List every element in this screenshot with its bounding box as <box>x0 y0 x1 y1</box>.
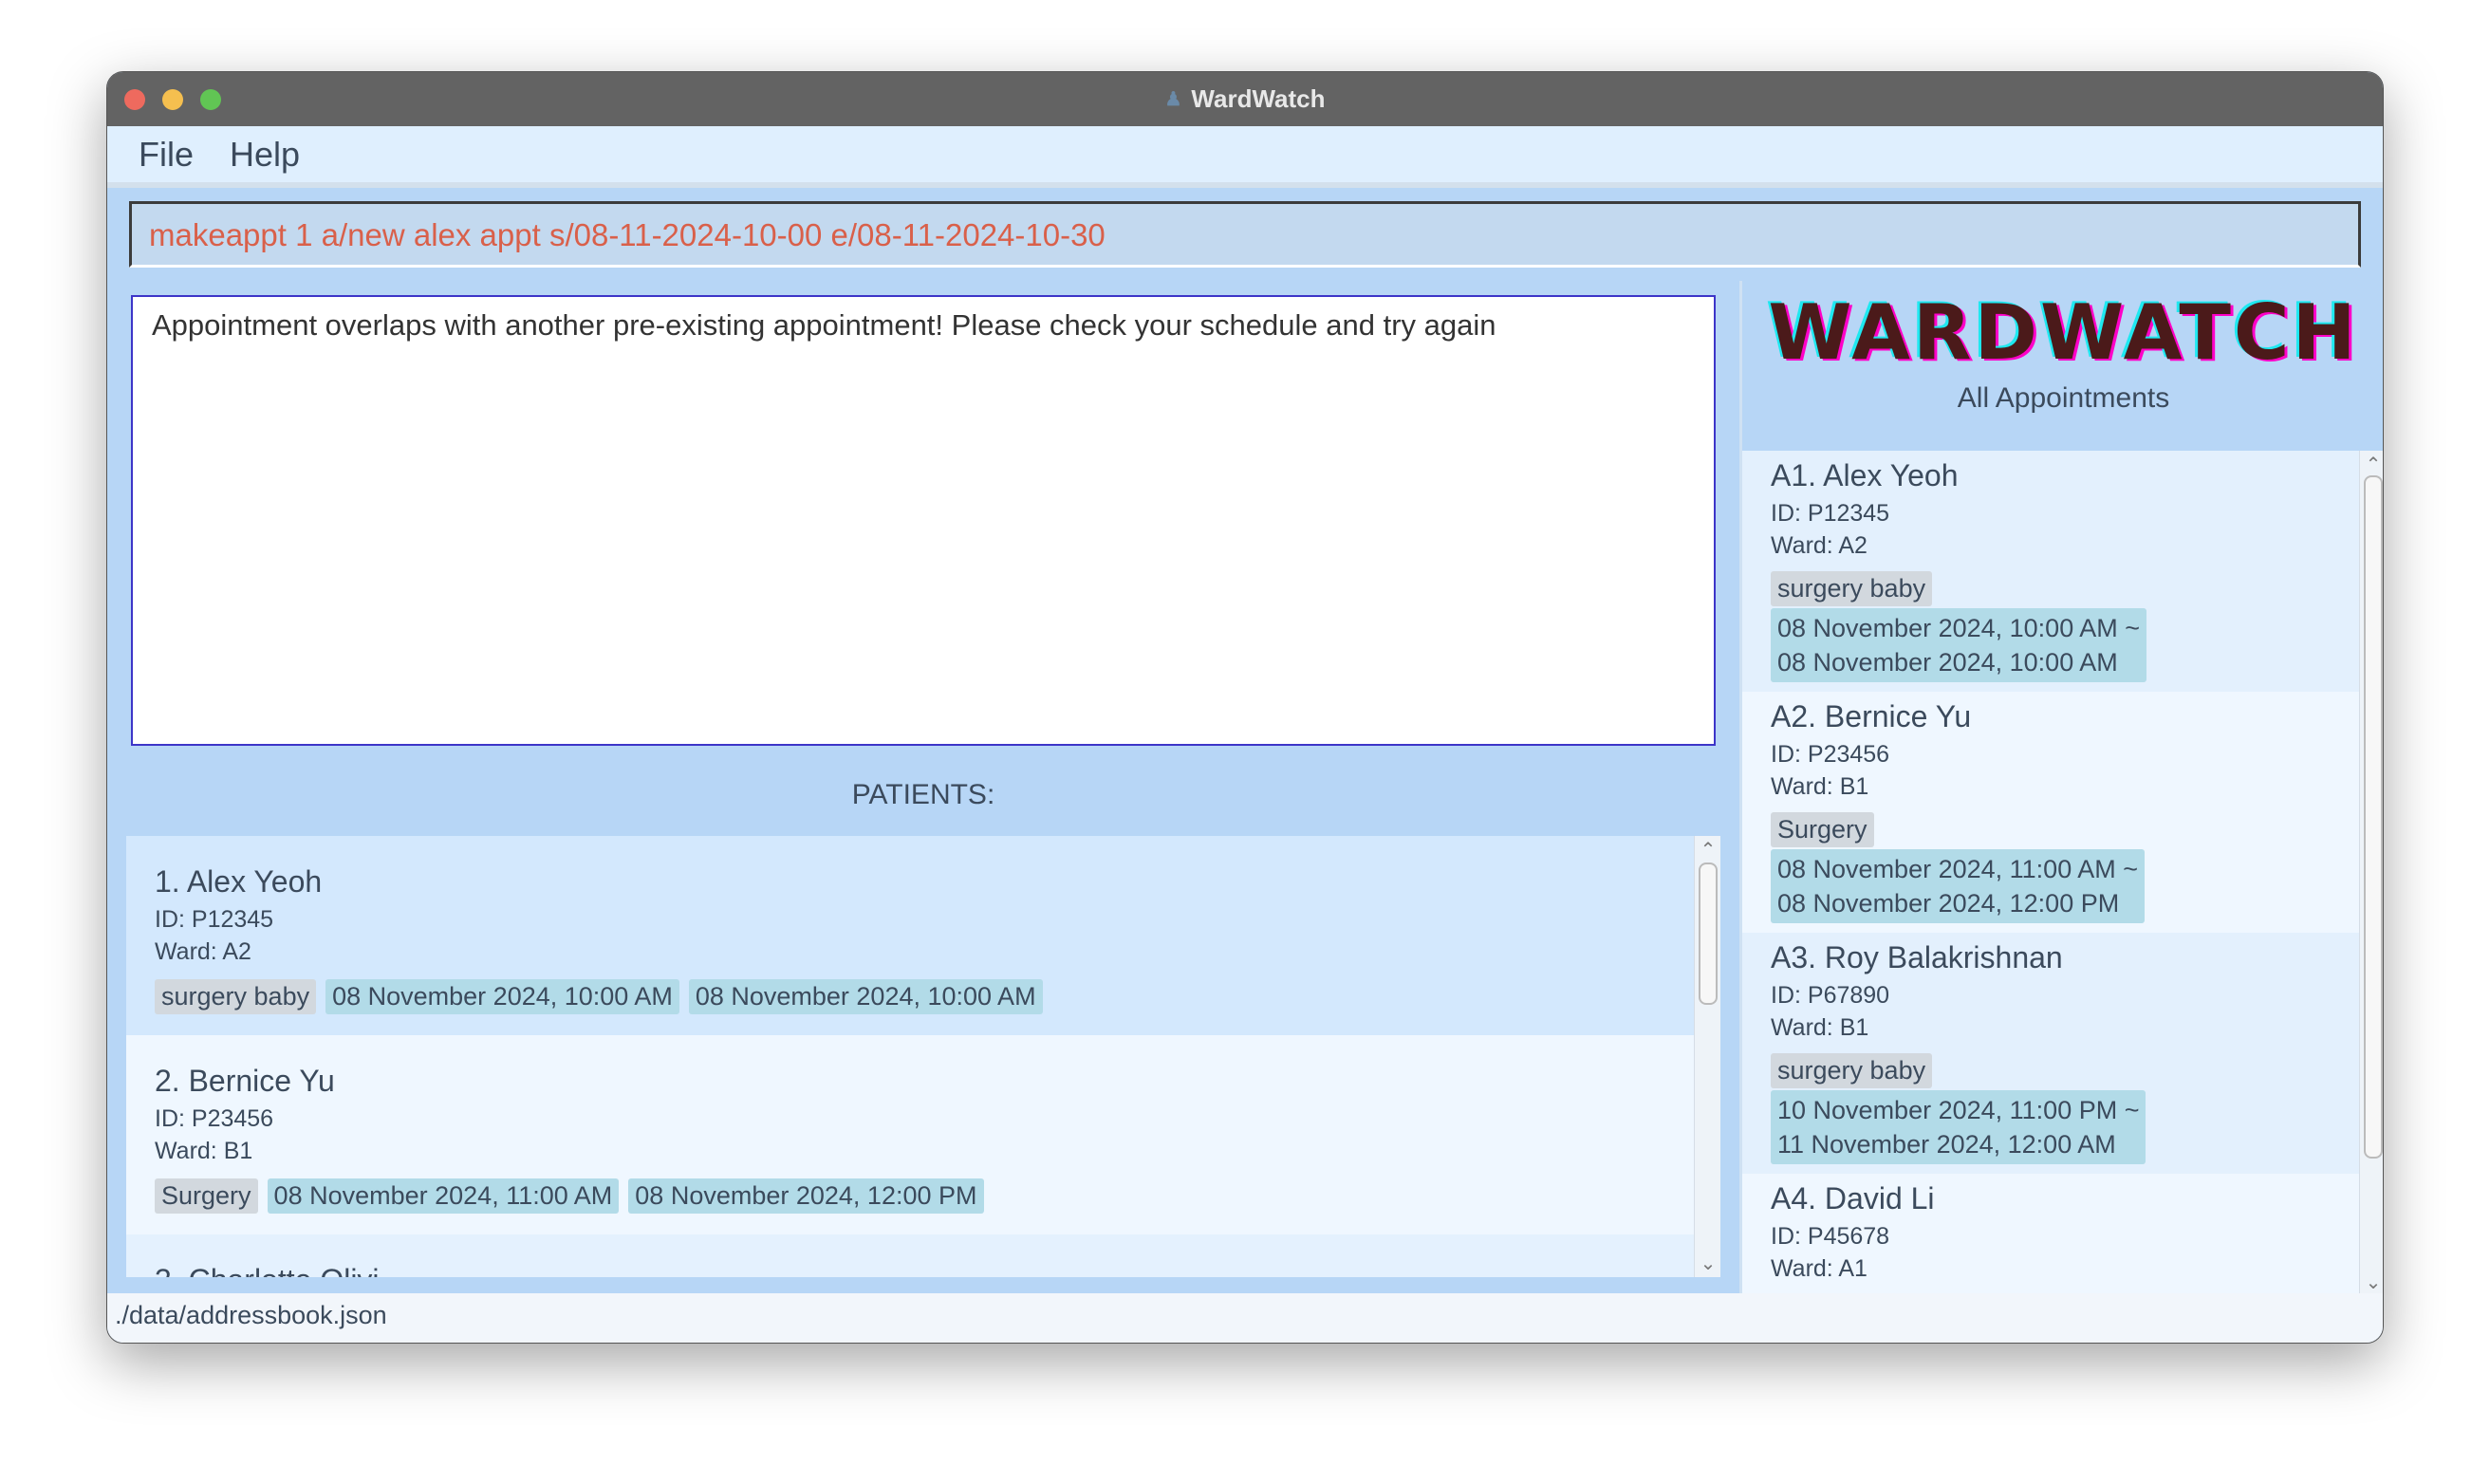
scroll-up-icon[interactable]: ⌃ <box>2360 453 2383 476</box>
patient-id: ID: P67890 <box>1771 982 1890 1009</box>
appointment-list: A1. Alex Yeoh ID: P12345 Ward: A2 surger… <box>1742 451 2359 1296</box>
appointment-description-tag: surgery baby <box>1771 1053 1933 1088</box>
scroll-up-icon[interactable]: ⌃ <box>1695 838 1720 862</box>
appointment-card[interactable]: A1. Alex Yeoh ID: P12345 Ward: A2 surger… <box>1742 451 2359 692</box>
patient-ward: Ward: B1 <box>1771 1014 1869 1041</box>
appointment-end-tag: 08 November 2024, 10:00 AM <box>688 979 1043 1014</box>
patient-card[interactable]: 3. Charlotte Olivi <box>126 1234 1720 1277</box>
appointment-end: 08 November 2024, 10:00 AM <box>1777 648 2118 677</box>
patient-name: 3. Charlotte Olivi <box>155 1263 1692 1277</box>
appointment-start: 10 November 2024, 11:00 PM ~ <box>1777 1096 2140 1124</box>
patient-id: ID: P23456 <box>1771 741 1890 768</box>
app-window: ♟ WardWatch File Help makeappt 1 a/new a… <box>106 71 2384 1344</box>
diagnosis-tag: surgery baby <box>155 979 317 1014</box>
save-location: ./data/addressbook.json <box>115 1301 387 1329</box>
appointment-start-tag: 08 November 2024, 11:00 AM <box>267 1178 620 1214</box>
wardwatch-logo: WARDWATCH <box>1768 288 2359 377</box>
patient-id: ID: P12345 <box>155 906 274 933</box>
patient-ward: Ward: A2 <box>155 938 251 965</box>
appointment-card[interactable]: A2. Bernice Yu ID: P23456 Ward: B1 Surge… <box>1742 692 2359 933</box>
window-title: WardWatch <box>1191 84 1326 113</box>
menu-bar: File Help <box>107 126 2383 188</box>
result-display[interactable]: Appointment overlaps with another pre-ex… <box>131 295 1716 746</box>
appointment-patient-name: A1. Alex Yeoh <box>1771 458 1959 492</box>
scroll-thumb[interactable] <box>1699 863 1718 1005</box>
scroll-down-icon[interactable]: ⌄ <box>2360 1271 2383 1294</box>
patient-name: 1. Alex Yeoh <box>155 864 323 899</box>
all-appointments-label: All Appointments <box>1957 382 2170 414</box>
command-input[interactable]: makeappt 1 a/new alex appt s/08-11-2024-… <box>129 201 2361 268</box>
patient-ward: Ward: B1 <box>155 1138 253 1164</box>
minimize-window-button[interactable] <box>162 89 183 110</box>
status-bar: ./data/addressbook.json <box>107 1293 2383 1343</box>
app-icon: ♟ <box>1164 89 1182 110</box>
appointment-card[interactable]: A4. David Li ID: P45678 Ward: A1 <box>1742 1174 2359 1296</box>
patient-card[interactable]: 2. Bernice Yu ID: P23456 Ward: B1 Surger… <box>126 1035 1720 1234</box>
appointment-description-tag: Surgery <box>1771 812 1874 847</box>
appointment-list-scrollbar[interactable]: ⌃ ⌄ <box>2359 451 2383 1296</box>
patient-name: 2. Bernice Yu <box>155 1064 335 1098</box>
patient-card[interactable]: 1. Alex Yeoh ID: P12345 Ward: A2 surgery… <box>126 836 1720 1035</box>
appointment-start: 08 November 2024, 11:00 AM ~ <box>1777 855 2138 883</box>
menu-file[interactable]: File <box>139 135 194 175</box>
title-bar: ♟ WardWatch <box>107 72 2383 126</box>
appointment-end: 08 November 2024, 12:00 PM <box>1777 889 2120 918</box>
patient-id: ID: P12345 <box>1771 500 1890 527</box>
menu-help[interactable]: Help <box>230 135 300 175</box>
patient-ward: Ward: B1 <box>1771 773 1869 800</box>
patient-id: ID: P23456 <box>155 1105 274 1132</box>
appointment-card[interactable]: A3. Roy Balakrishnan ID: P67890 Ward: B1… <box>1742 933 2359 1174</box>
appointment-start: 08 November 2024, 10:00 AM ~ <box>1777 614 2140 642</box>
close-window-button[interactable] <box>124 89 145 110</box>
patient-list-scrollbar[interactable]: ⌃ ⌄ <box>1694 836 1720 1277</box>
appointment-patient-name: A3. Roy Balakrishnan <box>1771 940 2063 974</box>
scroll-down-icon[interactable]: ⌄ <box>1695 1252 1720 1275</box>
appointment-description-tag: surgery baby <box>1771 571 1933 606</box>
appointment-patient-name: A4. David Li <box>1771 1181 1935 1215</box>
patient-list: 1. Alex Yeoh ID: P12345 Ward: A2 surgery… <box>126 836 1720 1277</box>
appointment-start-tag: 08 November 2024, 10:00 AM <box>325 979 679 1014</box>
patient-id: ID: P45678 <box>1771 1223 1890 1250</box>
appointment-patient-name: A2. Bernice Yu <box>1771 699 1972 733</box>
command-area: makeappt 1 a/new alex appt s/08-11-2024-… <box>107 188 2383 281</box>
appointment-end: 11 November 2024, 12:00 AM <box>1777 1130 2116 1159</box>
appointments-panel: WARDWATCH All Appointments A1. Alex Yeoh… <box>1739 281 2383 1296</box>
maximize-window-button[interactable] <box>200 89 221 110</box>
scroll-thumb[interactable] <box>2364 475 2383 1159</box>
patient-ward: Ward: A1 <box>1771 1255 1868 1282</box>
patient-ward: Ward: A2 <box>1771 532 1868 559</box>
appointment-end-tag: 08 November 2024, 12:00 PM <box>628 1178 984 1214</box>
diagnosis-tag: Surgery <box>155 1178 258 1214</box>
patients-label: PATIENTS: <box>851 779 995 810</box>
